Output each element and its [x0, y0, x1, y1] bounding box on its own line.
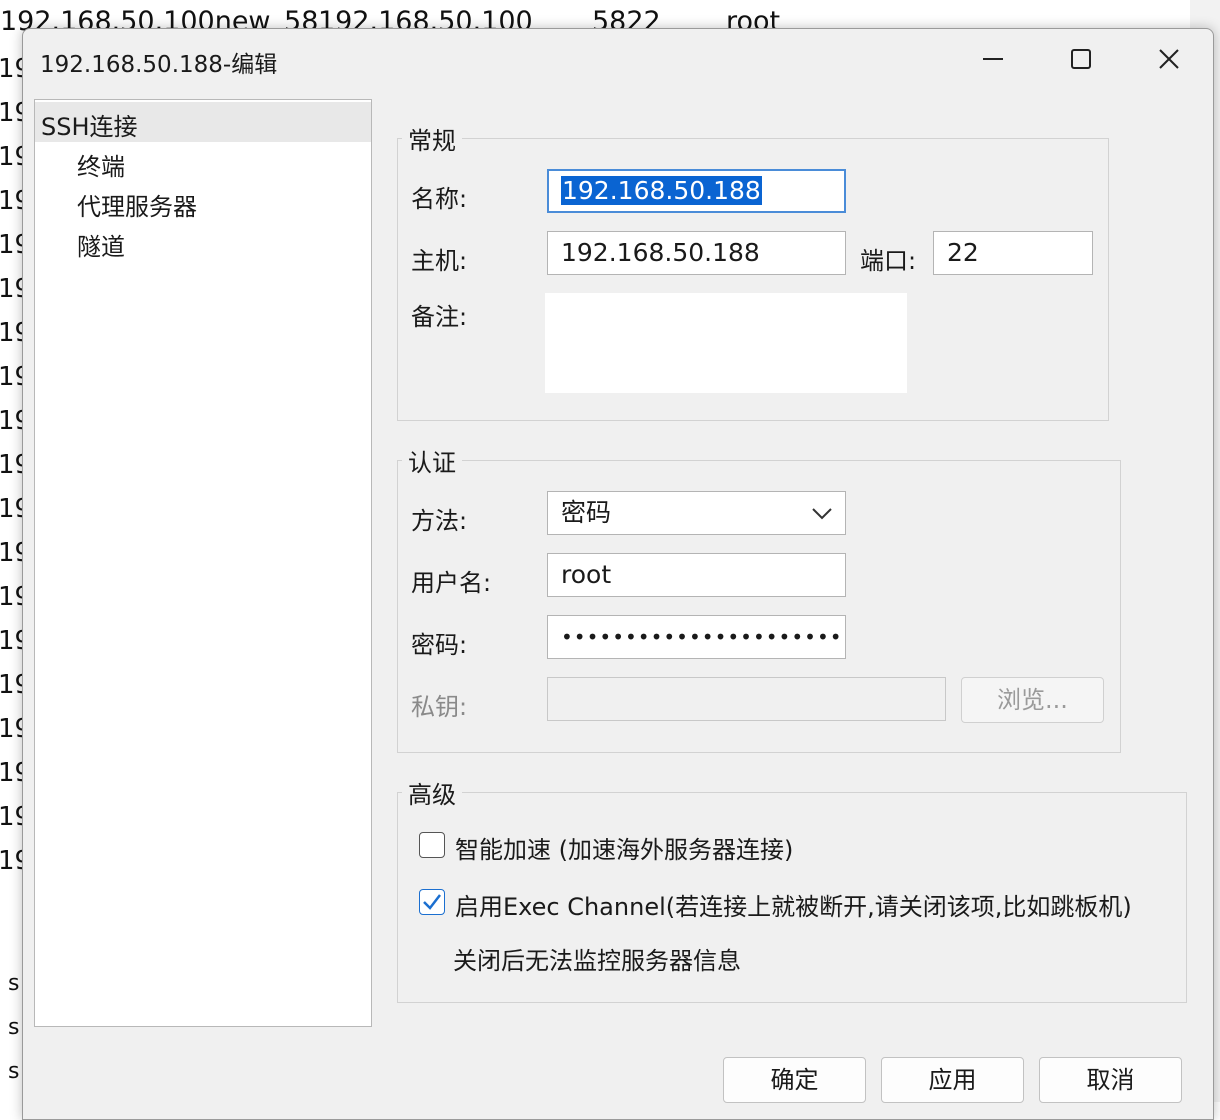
name-value-selected: 192.168.50.188 [561, 176, 762, 205]
password-input[interactable]: •••••••••••••••••••••• [547, 615, 846, 659]
tree-item-ssh[interactable]: SSH连接 [41, 107, 138, 142]
name-input[interactable]: 192.168.50.188 [547, 169, 846, 213]
tree-item-proxy[interactable]: 代理服务器 [77, 187, 197, 222]
general-legend: 常规 [408, 127, 456, 155]
bg-row-prefix: 19 [0, 318, 22, 348]
bg-row-prefix: 19 [0, 670, 22, 700]
bg-row-prefix: 19 [0, 142, 22, 172]
bg-row-prefix: 19 [0, 846, 22, 876]
port-label: 端口: [860, 247, 917, 275]
name-label: 名称: [411, 185, 468, 213]
accel-checkbox[interactable] [419, 832, 445, 858]
close-icon [1159, 49, 1179, 69]
close-button[interactable] [1139, 39, 1199, 79]
bg-row-prefix: 19 [0, 626, 22, 656]
title-bar: 192.168.50.188-编辑 [23, 29, 1213, 91]
bg-row-prefix: 19 [0, 54, 22, 84]
minimize-icon [983, 58, 1003, 60]
note-textarea[interactable] [545, 293, 907, 393]
bg-row-prefix: 19 [0, 186, 22, 216]
checkmark-icon [423, 894, 441, 910]
edit-session-dialog: 192.168.50.188-编辑 SSH连接 终端 代理服务器 隧道 常规 名… [22, 28, 1214, 1120]
method-value: 密码 [561, 498, 612, 527]
port-input[interactable]: 22 [933, 231, 1093, 275]
background-list-rows: 19191919191919191919191919191919191919ss… [0, 36, 22, 1102]
tree-item-terminal[interactable]: 终端 [77, 147, 125, 182]
bg-row-prefix: 19 [0, 98, 22, 128]
bg-row-prefix: 19 [0, 274, 22, 304]
username-input[interactable]: root [547, 553, 846, 597]
bg-row-prefix: 19 [0, 450, 22, 480]
ok-button[interactable]: 确定 [723, 1057, 866, 1103]
bg-row-prefix: 19 [0, 758, 22, 788]
username-label: 用户名: [411, 569, 492, 597]
exec-channel-label: 启用Exec Channel(若连接上就被断开,请关闭该项,比如跳板机) [455, 893, 1132, 921]
private-key-input[interactable] [547, 677, 946, 721]
private-key-label: 私钥: [411, 693, 468, 721]
note-label: 备注: [411, 303, 468, 331]
settings-tree: SSH连接 终端 代理服务器 隧道 [34, 99, 372, 1027]
browse-button[interactable]: 浏览... [961, 677, 1104, 723]
bg-row-prefix: 19 [0, 406, 22, 436]
bg-row-prefix: 19 [0, 582, 22, 612]
minimize-button[interactable] [963, 39, 1023, 79]
advanced-legend: 高级 [408, 781, 456, 809]
exec-channel-note: 关闭后无法监控服务器信息 [453, 947, 741, 975]
maximize-icon [1071, 49, 1091, 69]
method-label: 方法: [411, 507, 468, 535]
chevron-down-icon [812, 508, 832, 520]
bg-side-letter: s [8, 1015, 20, 1040]
accel-label: 智能加速 (加速海外服务器连接) [455, 836, 794, 864]
bg-side-letter: s [8, 1059, 20, 1084]
exec-channel-checkbox[interactable] [419, 889, 445, 915]
bg-row-prefix: 19 [0, 538, 22, 568]
cancel-button[interactable]: 取消 [1039, 1057, 1182, 1103]
method-select[interactable]: 密码 [547, 491, 846, 535]
tree-item-tunnel[interactable]: 隧道 [77, 227, 125, 262]
bg-row-prefix: 19 [0, 802, 22, 832]
bg-row-prefix: 19 [0, 494, 22, 524]
bg-row-prefix: 19 [0, 362, 22, 392]
maximize-button[interactable] [1051, 39, 1111, 79]
host-label: 主机: [411, 247, 468, 275]
apply-button[interactable]: 应用 [881, 1057, 1024, 1103]
auth-legend: 认证 [408, 449, 456, 477]
host-input[interactable]: 192.168.50.188 [547, 231, 846, 275]
bg-row-prefix: 19 [0, 230, 22, 260]
password-label: 密码: [411, 631, 468, 659]
bg-row-prefix: 19 [0, 714, 22, 744]
dialog-title: 192.168.50.188-编辑 [40, 52, 278, 78]
bg-side-letter: s [8, 971, 20, 996]
